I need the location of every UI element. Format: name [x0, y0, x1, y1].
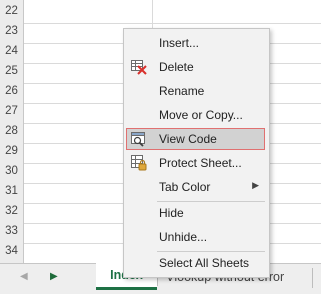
menu-item-view-code[interactable]: View Code	[126, 128, 265, 150]
menu-item-label: Tab Color	[159, 180, 211, 194]
view-code-icon	[131, 131, 147, 147]
menu-item-label: Protect Sheet...	[159, 156, 242, 170]
triangle-left-icon[interactable]: ◀	[20, 272, 28, 282]
menu-item-label: View Code	[159, 132, 217, 146]
row-header[interactable]: 34	[0, 240, 24, 263]
chevron-right-icon: ▶	[252, 180, 259, 190]
menu-item-label: Delete	[159, 60, 194, 74]
protect-sheet-icon	[131, 155, 147, 171]
menu-item-label: Hide	[159, 206, 184, 220]
menu-item-label: Move or Copy...	[159, 108, 243, 122]
tab-divider	[312, 268, 313, 288]
menu-item-move-copy[interactable]: Move or Copy...	[124, 104, 269, 126]
menu-item-select-all-sheets[interactable]: Select All Sheets	[124, 252, 269, 274]
menu-item-label: Rename	[159, 84, 205, 98]
menu-item-delete[interactable]: Delete	[124, 56, 269, 78]
delete-sheet-icon	[131, 59, 147, 75]
menu-item-tab-color[interactable]: Tab Color ▶	[124, 176, 269, 198]
menu-item-hide[interactable]: Hide	[124, 202, 269, 224]
triangle-right-icon[interactable]: ▶	[50, 272, 58, 282]
menu-item-rename[interactable]: Rename	[124, 80, 269, 102]
menu-item-label: Select All Sheets	[159, 256, 250, 270]
menu-item-unhide[interactable]: Unhide...	[124, 226, 269, 248]
sheet-context-menu: Insert... Delete Rename Move or Copy...	[123, 28, 270, 278]
menu-item-label: Unhide...	[159, 230, 208, 244]
menu-item-insert[interactable]: Insert...	[124, 32, 269, 54]
menu-item-protect-sheet[interactable]: Protect Sheet...	[124, 152, 269, 174]
menu-item-label: Insert...	[159, 36, 200, 50]
